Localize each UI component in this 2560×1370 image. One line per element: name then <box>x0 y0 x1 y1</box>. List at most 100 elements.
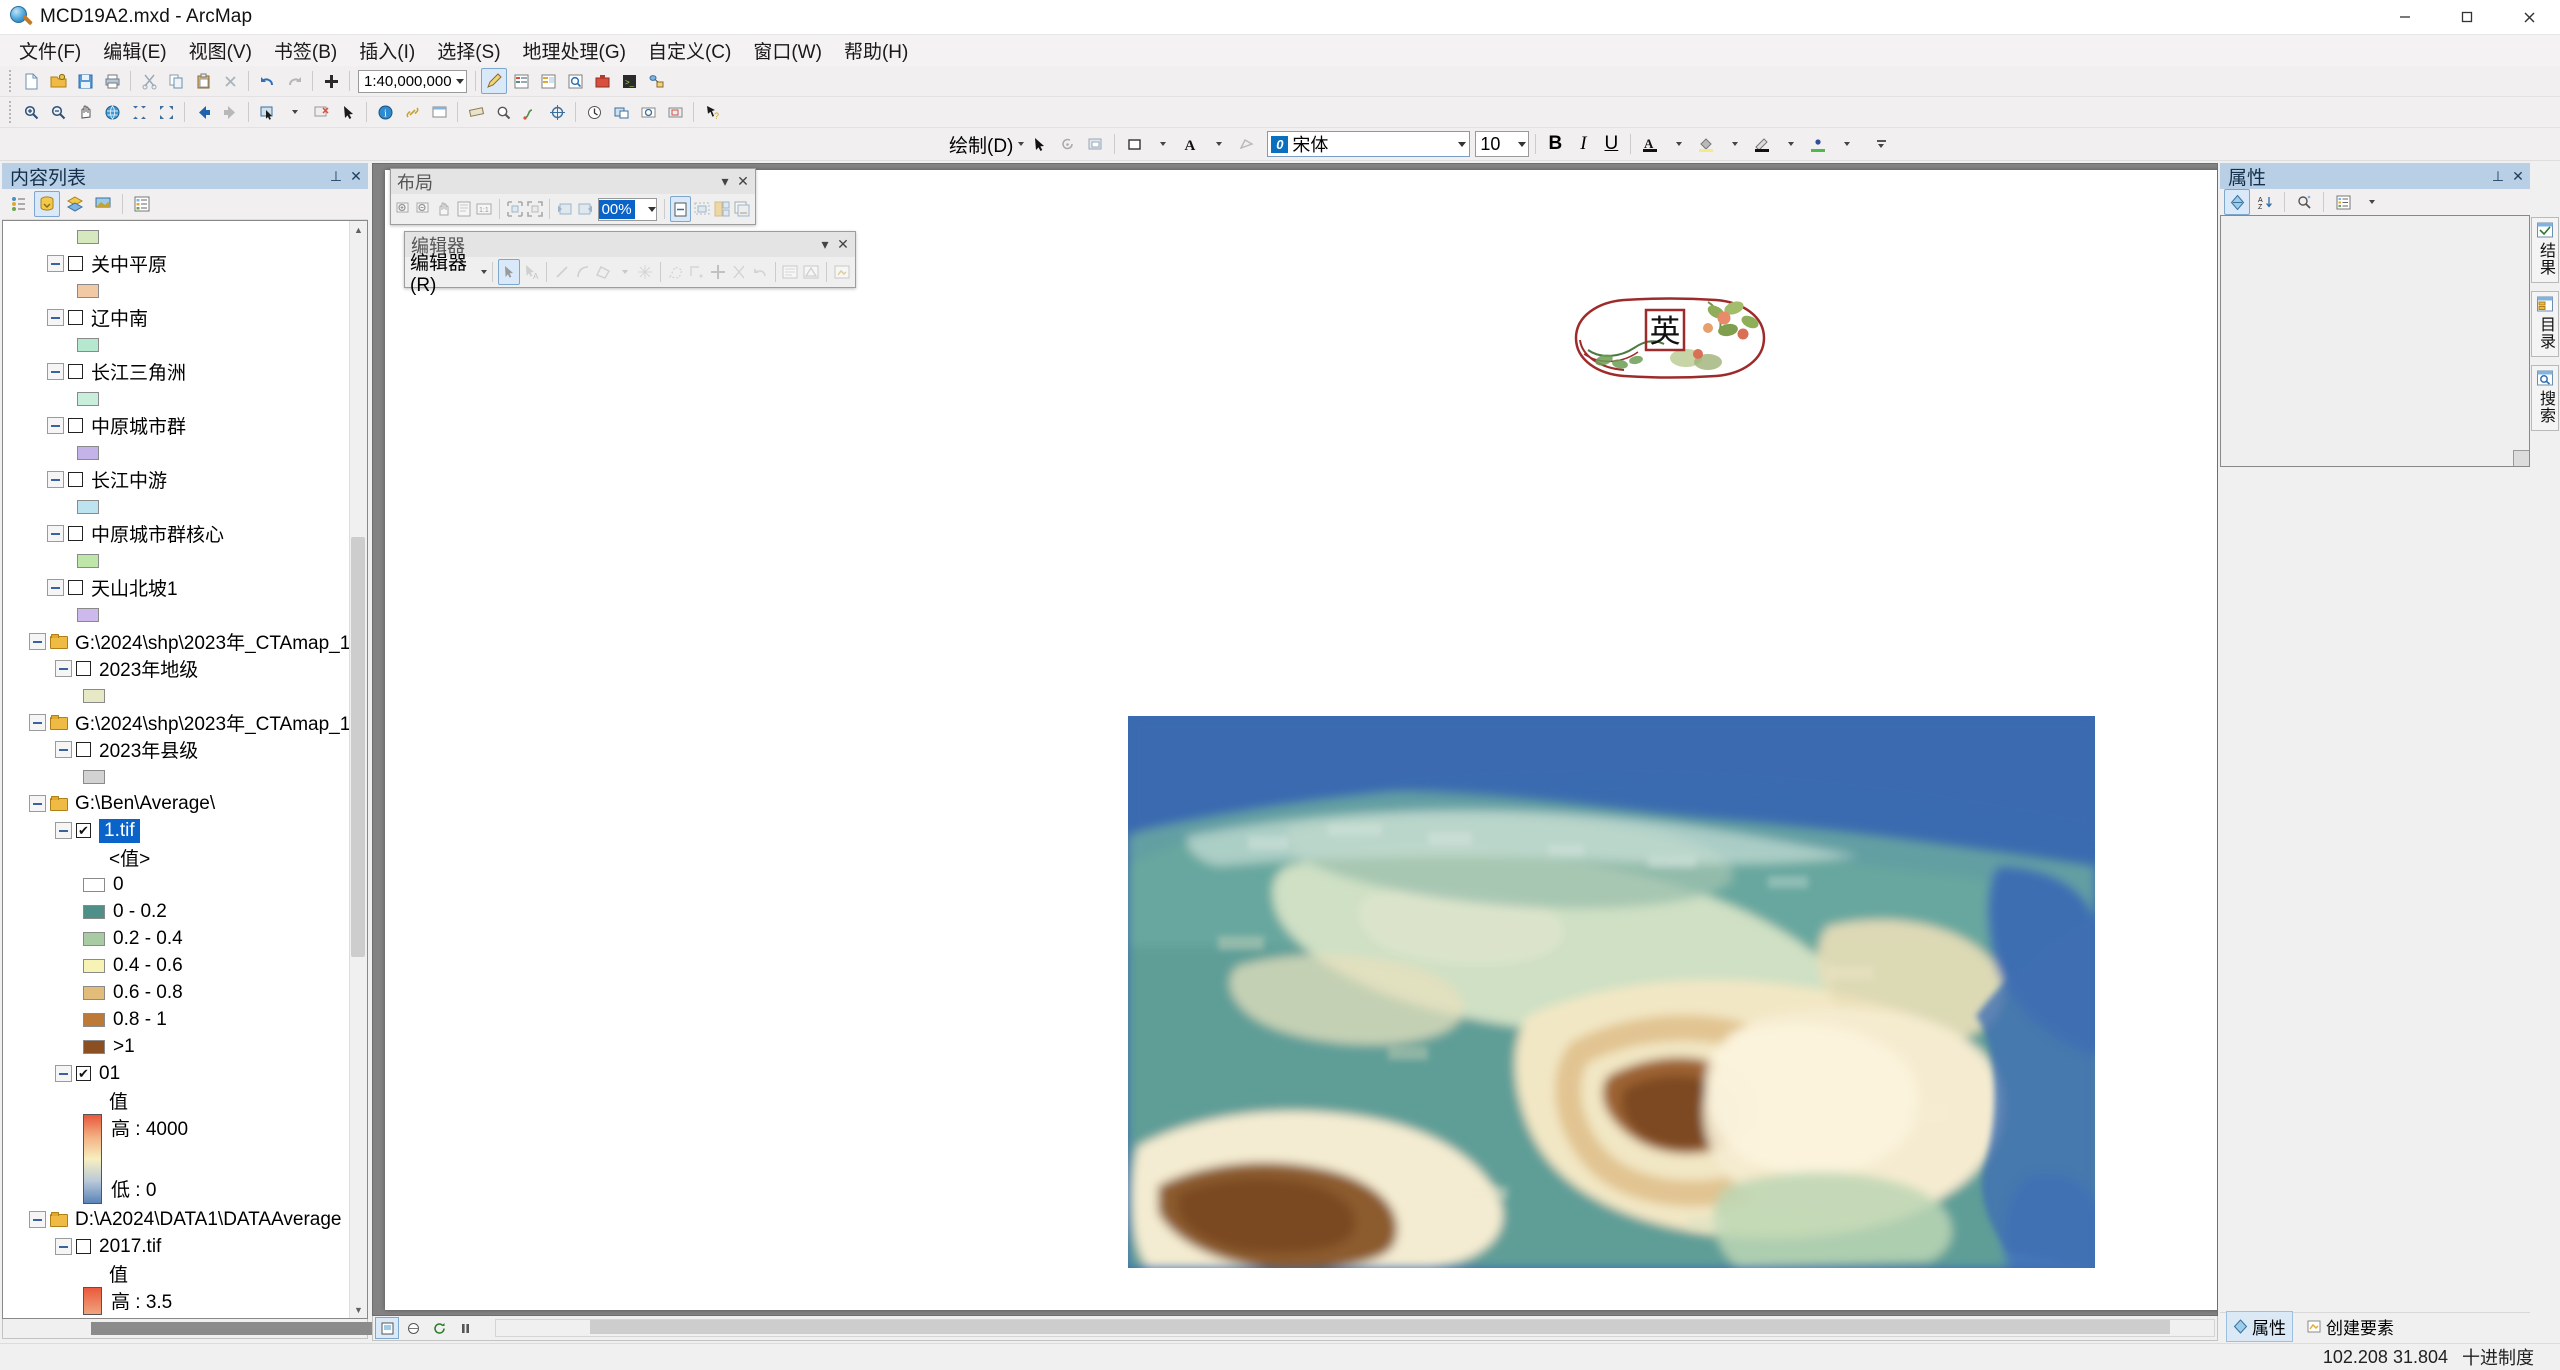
layer-visibility-checkbox[interactable] <box>68 526 83 541</box>
save-map-icon[interactable] <box>72 68 98 94</box>
toc-layer-item[interactable]: 中原城市群 <box>3 412 367 439</box>
toc-data-source-item[interactable]: G:\2024\shp\2023年_CTAmap_1 <box>3 628 367 655</box>
find-icon[interactable] <box>490 99 516 125</box>
toc-horizontal-scrollbar[interactable] <box>2 1319 561 1339</box>
zoom-to-previous-extent-icon[interactable] <box>126 99 152 125</box>
toc-data-source-item[interactable]: G:\2024\shp\2023年_CTAmap_1 <box>3 709 367 736</box>
clear-selection-icon[interactable] <box>308 99 334 125</box>
undo-edit-icon[interactable] <box>750 261 770 284</box>
chevron-down-icon[interactable] <box>456 78 464 84</box>
editor-menu-chevron-icon[interactable] <box>481 270 488 274</box>
toc-layer-item[interactable]: 2023年地级 <box>3 655 367 682</box>
cut-icon[interactable] <box>136 68 162 94</box>
full-extent-globe-icon[interactable] <box>99 99 125 125</box>
cut-polygons-icon[interactable] <box>729 261 749 284</box>
layer-name-label[interactable]: 中原城市群 <box>91 412 186 439</box>
toc-data-source-item[interactable]: D:\A2024\DATA1\DATAAverage <box>3 1206 367 1233</box>
data-view-button[interactable] <box>401 1317 425 1339</box>
legend-class-label[interactable]: 0.4 - 0.6 <box>113 955 183 977</box>
go-to-xy-icon[interactable] <box>544 99 570 125</box>
layer-visibility-checkbox[interactable] <box>68 364 83 379</box>
layer-name-label[interactable]: 长江三角洲 <box>91 358 186 385</box>
toc-legend-class[interactable]: 0 - 0.2 <box>3 898 367 925</box>
redo-icon[interactable] <box>281 68 307 94</box>
expand-collapse-icon[interactable] <box>29 795 46 812</box>
size-chevron-down-icon[interactable] <box>1518 141 1527 147</box>
font-size-combobox[interactable]: 10 <box>1475 131 1530 157</box>
toc-scroll-down-icon[interactable]: ▼ <box>350 1301 367 1318</box>
layer-visibility-checkbox[interactable] <box>68 256 83 271</box>
search-window-icon[interactable] <box>562 68 588 94</box>
zoom-to-next-extent-icon[interactable] <box>153 99 179 125</box>
editor-floating-toolbar[interactable]: 编辑器 ▾ ✕ 编辑器(R) A <box>404 231 856 296</box>
fill-color-icon[interactable] <box>1693 131 1719 157</box>
legend-class-label[interactable]: 0.2 - 0.4 <box>113 928 183 950</box>
tab-attributes[interactable]: 属性 <box>2226 1310 2293 1342</box>
html-popup-icon[interactable] <box>426 99 452 125</box>
toc-layer-item[interactable]: 长江中游 <box>3 466 367 493</box>
layer-name-label[interactable]: 2023年县级 <box>99 736 198 763</box>
layer-name-label[interactable]: 1.tif <box>99 818 140 843</box>
list-by-source-icon[interactable] <box>34 191 60 217</box>
layout-view-button[interactable] <box>375 1317 399 1339</box>
toc-layer-item[interactable]: 关中平原 <box>3 250 367 277</box>
expand-collapse-icon[interactable] <box>55 1065 72 1082</box>
list-by-visibility-icon[interactable] <box>62 191 88 217</box>
layout-floating-toolbar[interactable]: 布局 ▾ ✕ 1:1 00% <box>390 168 756 225</box>
legend-class-label[interactable]: 0.6 - 0.8 <box>113 982 183 1004</box>
create-viewer-icon[interactable] <box>608 99 634 125</box>
layer-visibility-checkbox[interactable] <box>68 310 83 325</box>
straight-segment-icon[interactable] <box>552 261 572 284</box>
color-ramp[interactable] <box>83 1114 102 1204</box>
attributes-editor-icon[interactable] <box>780 261 800 284</box>
expand-collapse-icon[interactable] <box>55 1238 72 1255</box>
expand-collapse-icon[interactable] <box>47 309 64 326</box>
attributes-auto-hide-pin-icon[interactable]: ⊥ <box>2490 168 2506 184</box>
layout-toolbar-collapse-icon[interactable]: ▾ <box>716 173 734 190</box>
expand-collapse-icon[interactable] <box>47 255 64 272</box>
clip-graphic-icon[interactable] <box>1082 131 1108 157</box>
font-family-combobox[interactable]: 0 宋体 <box>1267 131 1471 157</box>
undo-icon[interactable] <box>254 68 280 94</box>
maximize-button[interactable] <box>2436 0 2498 34</box>
expand-collapse-icon[interactable] <box>47 417 64 434</box>
toolbar-grip[interactable] <box>7 70 14 92</box>
add-data-icon[interactable] <box>318 68 344 94</box>
copy-icon[interactable] <box>163 68 189 94</box>
menu-help[interactable]: 帮助(H) <box>833 34 919 67</box>
layout-view[interactable]: 英 <box>372 163 2218 1316</box>
paste-icon[interactable] <box>190 68 216 94</box>
marker-color-icon[interactable] <box>1805 131 1831 157</box>
table-of-contents-icon[interactable] <box>508 68 534 94</box>
dock-catalog[interactable]: 目录 <box>2531 291 2559 357</box>
edit-tool-icon[interactable] <box>498 259 520 285</box>
layer-name-label[interactable]: 01 <box>99 1063 120 1085</box>
merge-icon[interactable] <box>708 261 728 284</box>
expand-collapse-icon[interactable] <box>55 660 72 677</box>
data-source-path-label[interactable]: G:\2024\shp\2023年_CTAmap_1 <box>75 709 350 736</box>
zoom-in-icon[interactable] <box>18 99 44 125</box>
menu-geoprocessing[interactable]: 地理处理(G) <box>512 34 637 67</box>
layer-visibility-checkbox[interactable] <box>76 1066 91 1081</box>
menu-view[interactable]: 视图(V) <box>178 34 263 67</box>
layout-hscroll-thumb[interactable] <box>590 1320 2170 1334</box>
minimize-button[interactable] <box>2374 0 2436 34</box>
layer-name-label[interactable]: 关中平原 <box>91 250 167 277</box>
rotate-icon[interactable] <box>687 261 707 284</box>
model-builder-icon[interactable] <box>643 68 669 94</box>
find-route-icon[interactable] <box>517 99 543 125</box>
new-text-icon[interactable]: A <box>1177 131 1203 157</box>
close-button[interactable] <box>2498 0 2560 34</box>
menu-bookmarks[interactable]: 书签(B) <box>263 34 348 67</box>
layout-zoom-chevron-down-icon[interactable] <box>648 206 657 212</box>
dock-search[interactable]: 搜索 <box>2531 365 2559 431</box>
underline-button[interactable]: U <box>1598 132 1624 156</box>
toc-auto-hide-pin-icon[interactable]: ⊥ <box>328 168 344 184</box>
expand-collapse-icon[interactable] <box>47 363 64 380</box>
layout-toggle-draft-mode-icon[interactable] <box>670 196 692 222</box>
layer-name-label[interactable]: 2017.tif <box>99 1236 161 1258</box>
pause-drawing-button[interactable] <box>453 1317 477 1339</box>
layout-zoom-percent-combobox[interactable]: 00% <box>597 197 658 221</box>
options-chevron-icon[interactable] <box>2358 189 2384 215</box>
pan-icon[interactable] <box>72 99 98 125</box>
